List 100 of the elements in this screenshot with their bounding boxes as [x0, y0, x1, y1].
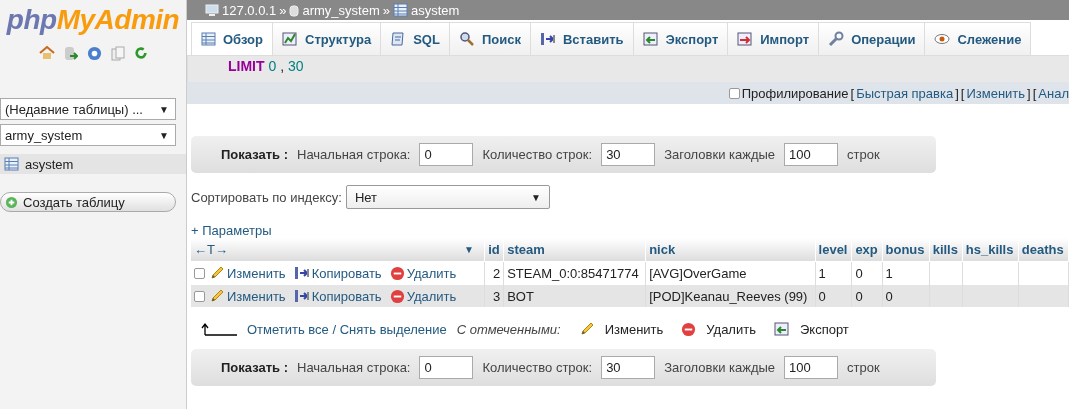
breadcrumb-link[interactable]: army_system — [302, 2, 380, 18]
table-cell: 0 — [815, 284, 852, 307]
table-cell — [962, 261, 1019, 285]
column-header[interactable]: deaths — [1018, 238, 1069, 262]
rows-suffix-label: строк — [847, 360, 880, 375]
profiling-checkbox[interactable] — [728, 87, 740, 99]
tab[interactable]: Вставить — [529, 22, 634, 55]
start-row-label: Начальная строка: — [297, 147, 411, 162]
show-label: Показать : — [221, 360, 288, 375]
export-icon — [773, 322, 790, 336]
chart-icon — [282, 31, 298, 47]
table-cell — [929, 284, 963, 307]
bracket: [ — [960, 85, 965, 101]
corner-arrow-icon — [201, 322, 237, 336]
edit-link[interactable]: Изменить — [227, 265, 286, 281]
pencil-icon — [578, 321, 595, 337]
link[interactable]: Анал — [1038, 85, 1069, 101]
headers-every-label: Заголовки каждые — [664, 360, 776, 375]
column-header[interactable]: nick — [645, 238, 816, 262]
column-header[interactable]: level — [815, 238, 852, 262]
sort-arrow-icon[interactable]: ▼ — [464, 244, 474, 255]
start-row-label: Начальная строка: — [297, 360, 411, 375]
logo[interactable]: phpMyAdmin — [0, 4, 186, 36]
copy-arrows-icon — [293, 265, 310, 281]
bracket: [ — [850, 85, 855, 101]
table-icon — [4, 157, 19, 171]
home-icon[interactable] — [38, 46, 55, 60]
table-cell: BOT — [503, 284, 646, 307]
sort-label: Сортировать по индексу: — [191, 189, 342, 205]
table-item[interactable]: asystem — [0, 154, 186, 174]
row-count-field[interactable]: 30 — [601, 143, 656, 166]
tab[interactable]: Поиск — [448, 22, 531, 55]
table-cell: 1 — [815, 261, 852, 285]
search-icon — [458, 31, 475, 47]
database-dropdown[interactable]: army_system ▼ — [0, 124, 176, 146]
column-resize-arrows[interactable]: ←T→ — [194, 242, 228, 257]
import-icon — [737, 32, 754, 46]
bracket: ] — [955, 85, 959, 101]
export-icon — [642, 32, 659, 46]
database-exit-icon[interactable] — [63, 46, 78, 62]
table-cell — [929, 261, 963, 285]
row-checkbox[interactable] — [194, 267, 205, 279]
help-icon[interactable] — [86, 46, 102, 61]
options-link[interactable]: + Параметры — [191, 223, 1069, 238]
row-checkbox[interactable] — [194, 290, 205, 302]
table-cell: [POD]Keanau_Reeves (99) — [645, 284, 816, 307]
column-header[interactable]: exp — [851, 238, 882, 262]
bracket: ] — [1027, 85, 1031, 101]
separator: » — [382, 2, 390, 18]
database-icon — [289, 3, 300, 17]
delete-icon — [681, 321, 697, 337]
copy-arrows-icon — [293, 288, 310, 304]
row-count-label: Количество строк: — [482, 147, 593, 162]
column-header[interactable]: bonus — [882, 238, 930, 262]
breadcrumb-link[interactable]: asystem — [411, 2, 460, 18]
delete-link[interactable]: Удалить — [406, 265, 457, 281]
bulk-edit-button[interactable]: Изменить — [604, 321, 664, 337]
separator: » — [279, 2, 287, 18]
plus-icon — [5, 195, 18, 209]
edit-link[interactable]: Изменить — [227, 288, 286, 304]
tab[interactable]: Обзор — [191, 22, 273, 55]
check-all-link[interactable]: Отметить все / Снять выделение — [247, 321, 447, 337]
wrench-icon — [828, 31, 845, 47]
column-header[interactable]: steam — [503, 238, 646, 262]
column-header[interactable]: kills — [929, 238, 963, 262]
tab[interactable]: Операции — [818, 22, 926, 55]
link[interactable]: Быстрая правка — [856, 85, 954, 101]
copy-link[interactable]: Копировать — [311, 265, 382, 281]
bulk-delete-button[interactable]: Удалить — [706, 321, 756, 337]
rows-suffix-label: строк — [847, 147, 880, 162]
link[interactable]: Изменить — [966, 85, 1026, 101]
column-header[interactable]: hs_kills — [962, 238, 1019, 262]
tab[interactable]: Слежение — [924, 22, 1032, 55]
with-selected-label: С отмеченными: — [456, 321, 561, 337]
tab[interactable]: Структура — [272, 22, 382, 55]
tab[interactable]: Импорт — [727, 22, 820, 55]
delete-link[interactable]: Удалить — [406, 288, 457, 304]
delete-icon — [389, 265, 405, 281]
row-count-label: Количество строк: — [482, 360, 593, 375]
headers-every-field[interactable]: 100 — [784, 356, 839, 379]
headers-every-label: Заголовки каждые — [664, 147, 776, 162]
documents-icon[interactable] — [110, 46, 125, 62]
create-table-button[interactable]: Создать таблицу — [0, 192, 176, 212]
start-row-field[interactable]: 0 — [419, 356, 474, 379]
headers-every-field[interactable]: 100 — [784, 143, 839, 166]
row-count-field[interactable]: 30 — [601, 356, 656, 379]
start-row-field[interactable]: 0 — [419, 143, 474, 166]
table-cell: 0 — [882, 284, 930, 307]
table-cell: 0 — [851, 284, 882, 307]
copy-arrows-icon — [539, 31, 556, 47]
tab[interactable]: Экспорт — [632, 22, 729, 55]
eye-icon — [934, 33, 951, 45]
copy-link[interactable]: Копировать — [311, 288, 382, 304]
tab[interactable]: SQL — [380, 22, 450, 55]
recent-tables-dropdown[interactable]: (Недавние таблицы) ... ▼ — [0, 98, 176, 120]
sort-dropdown[interactable]: Нет ▼ — [345, 185, 550, 209]
reload-icon[interactable] — [133, 46, 148, 60]
bulk-export-button[interactable]: Экспорт — [799, 321, 849, 337]
breadcrumb-link[interactable]: 127.0.0.1 — [222, 2, 277, 18]
sql-query: LIMIT 0 , 30 — [187, 56, 1069, 82]
